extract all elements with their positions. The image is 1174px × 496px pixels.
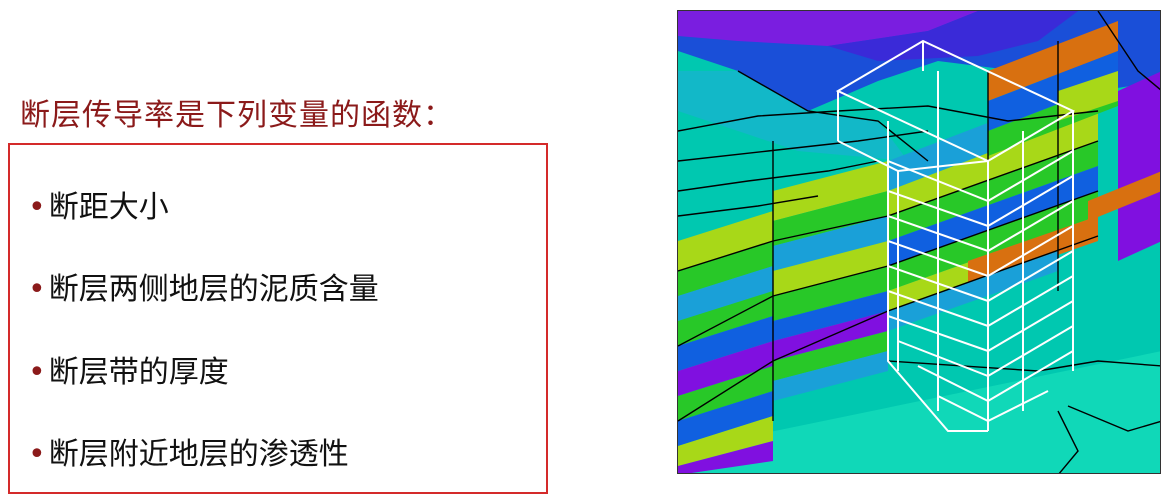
bullet-marker: • bbox=[28, 437, 46, 472]
list-item-shale-content: • 断层两侧地层的泥质含量 bbox=[28, 270, 379, 310]
left-fault-block bbox=[678, 211, 773, 473]
list-item-fault-throw: • 断距大小 bbox=[28, 188, 169, 228]
list-item-label: 断距大小 bbox=[48, 190, 169, 225]
fault-model-3d-image bbox=[677, 10, 1161, 474]
list-item-label: 断层两侧地层的泥质含量 bbox=[48, 272, 379, 307]
list-item-fault-zone-thickness: • 断层带的厚度 bbox=[28, 353, 229, 393]
list-item-label: 断层带的厚度 bbox=[48, 355, 229, 390]
list-item-label: 断层附近地层的渗透性 bbox=[48, 437, 349, 472]
variables-list-box: • 断距大小 • 断层两侧地层的泥质含量 • 断层带的厚度 • 断层附近地层的渗透性 bbox=[8, 143, 548, 494]
bullet-marker: • bbox=[28, 190, 46, 225]
list-item-permeability: • 断层附近地层的渗透性 bbox=[28, 435, 349, 475]
slide-heading: 断层传导率是下列变量的函数： bbox=[20, 98, 454, 133]
bullet-marker: • bbox=[28, 355, 46, 390]
bullet-marker: • bbox=[28, 272, 46, 307]
fault-model-svg bbox=[678, 11, 1160, 473]
